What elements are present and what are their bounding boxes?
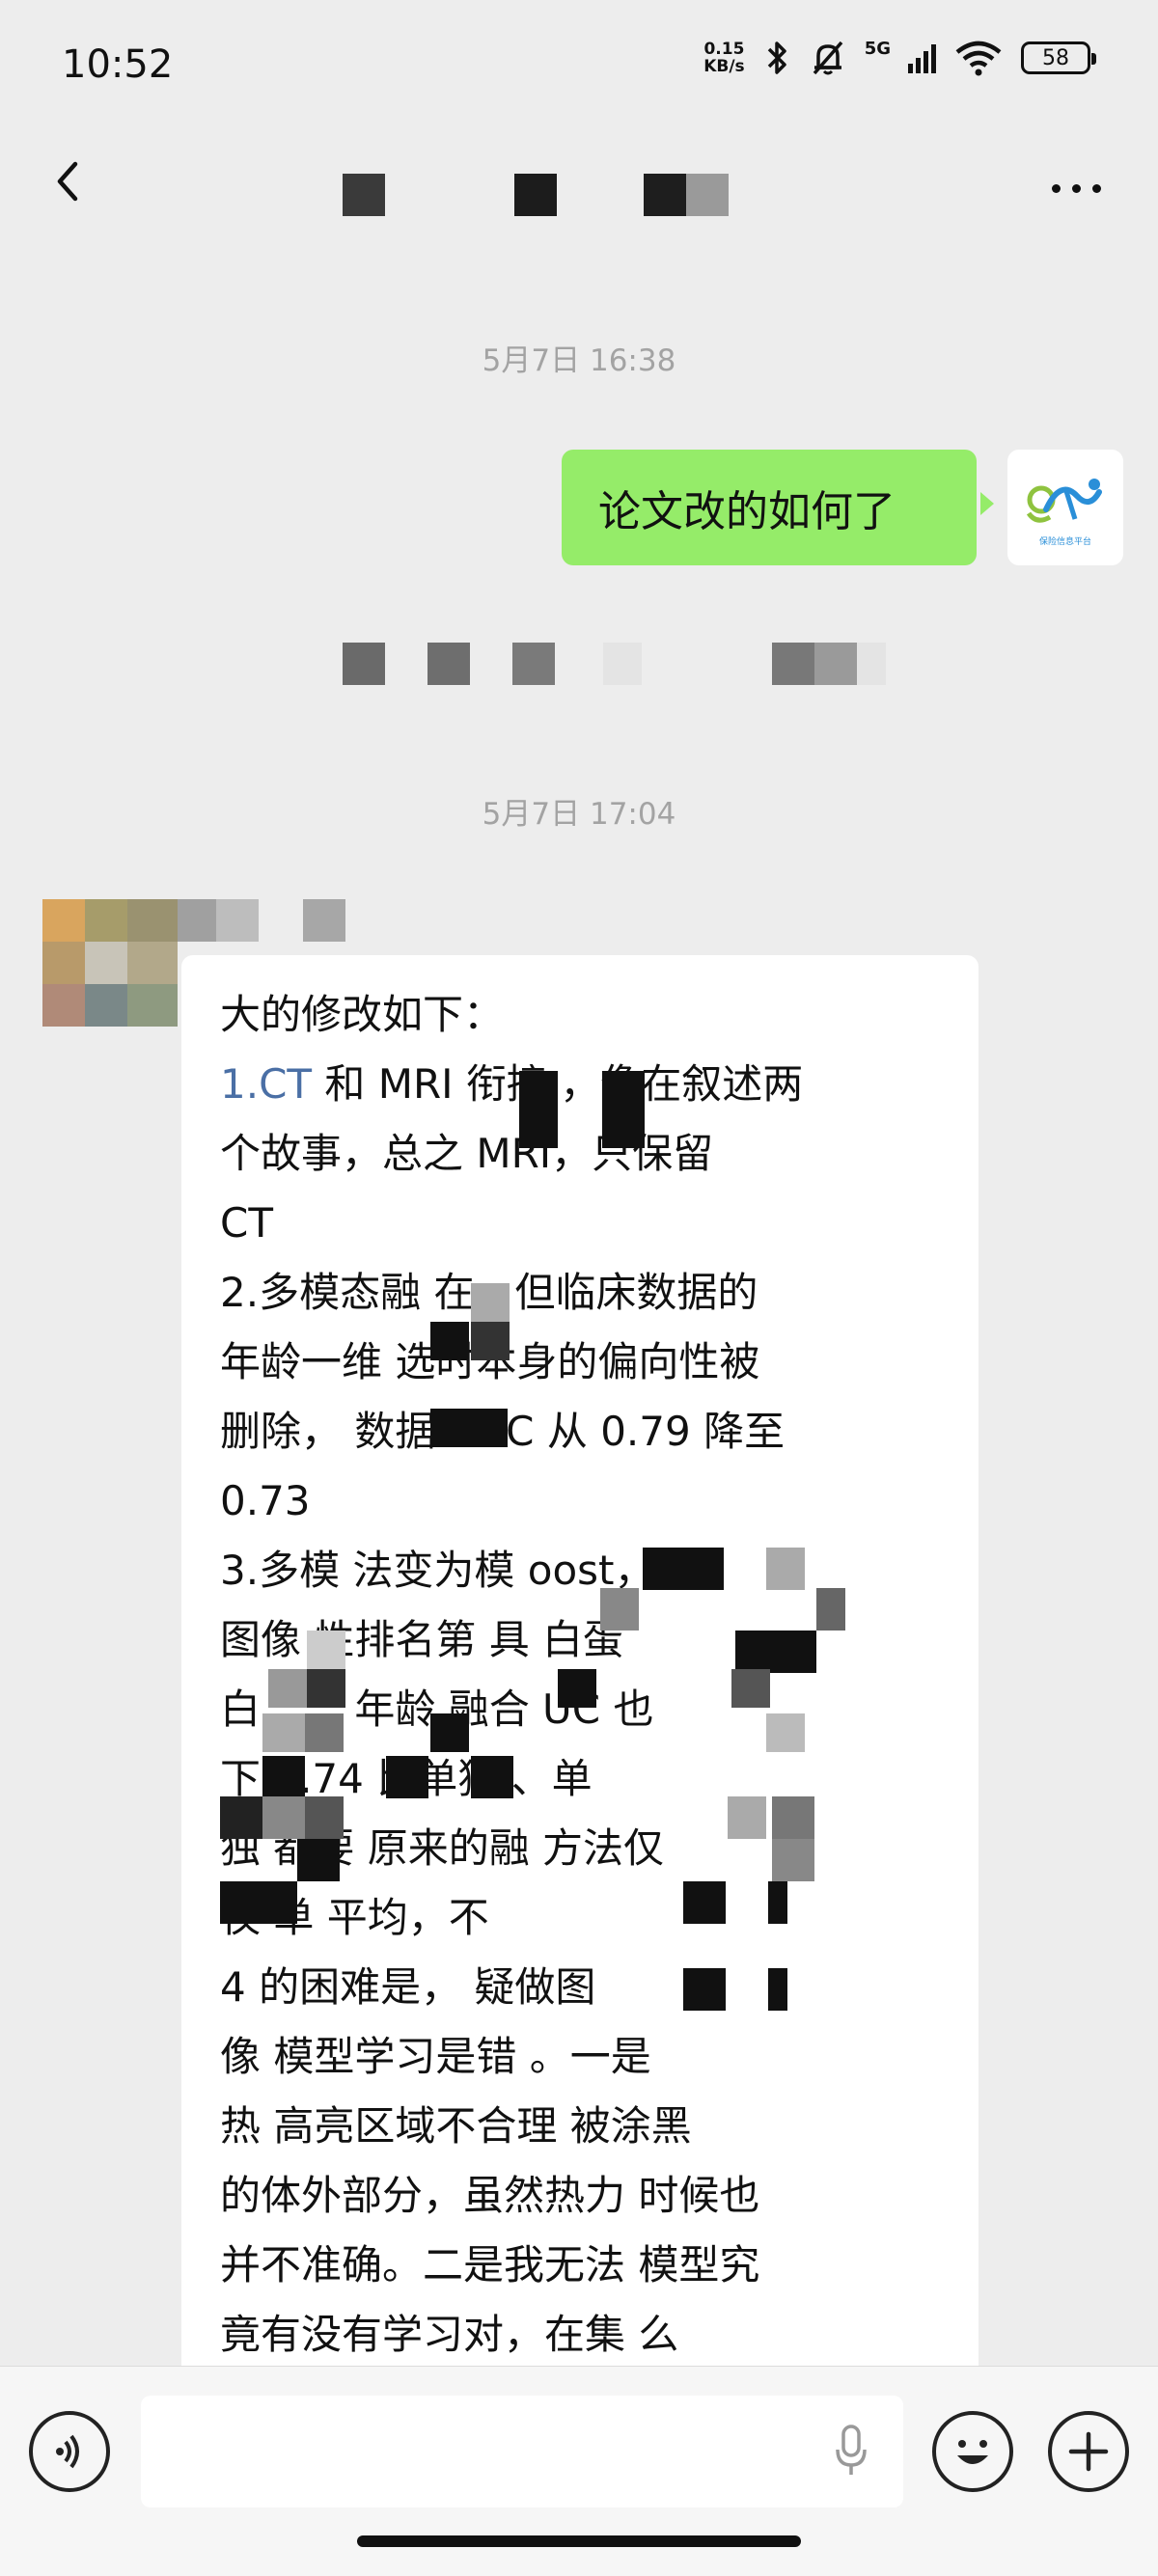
avatar[interactable]: 保险信息平台 (1007, 450, 1123, 565)
avatar-caption: 保险信息平台 (1039, 535, 1091, 547)
outgoing-message[interactable]: 论文改的如何了 (562, 450, 994, 565)
timestamp: 5月7日 16:38 (482, 343, 676, 378)
status-bar: 10:52 0.15 KB/s 5G 58 (0, 0, 1158, 125)
home-indicator[interactable] (357, 2535, 801, 2547)
chat-header (0, 125, 1158, 241)
battery-level: 58 (1042, 45, 1069, 70)
redacted-system-notice (343, 643, 886, 685)
redaction-overlay (220, 1071, 845, 2011)
voice-icon[interactable] (29, 2411, 110, 2492)
avatar[interactable] (42, 899, 178, 1027)
battery-icon: 58 (1021, 41, 1096, 74)
incoming-message[interactable]: 大的修改如下： 1.CT 和 MRI 衔接 ，像在叙述两 个故事，总之 MRI，… (181, 955, 979, 2402)
more-dots-icon[interactable] (1052, 174, 1110, 203)
status-icons: 0.15 KB/s 5G 58 (703, 38, 1096, 77)
wifi-icon (955, 41, 1002, 76)
emoji-icon[interactable] (932, 2411, 1013, 2492)
net-speed-unit: KB/s (703, 57, 745, 76)
outgoing-message-text: 论文改的如何了 (598, 487, 896, 536)
sender-name-redacted (178, 899, 345, 942)
status-time: 10:52 (62, 42, 174, 87)
plus-icon[interactable] (1048, 2411, 1129, 2492)
signal-icon (908, 42, 936, 73)
timestamp: 5月7日 17:04 (482, 797, 676, 832)
mute-bell-icon (813, 41, 843, 75)
mic-icon[interactable] (832, 2421, 870, 2482)
net-speed-value: 0.15 (703, 40, 745, 59)
chevron-left-icon[interactable] (42, 152, 100, 210)
net-speed: 0.15 KB/s (703, 41, 744, 75)
network-type: 5G (864, 38, 891, 59)
bluetooth-icon (767, 41, 786, 74)
message-input[interactable] (141, 2396, 903, 2507)
chat-title-redacted (343, 174, 729, 216)
logo-icon: 保险信息平台 (1026, 479, 1102, 547)
